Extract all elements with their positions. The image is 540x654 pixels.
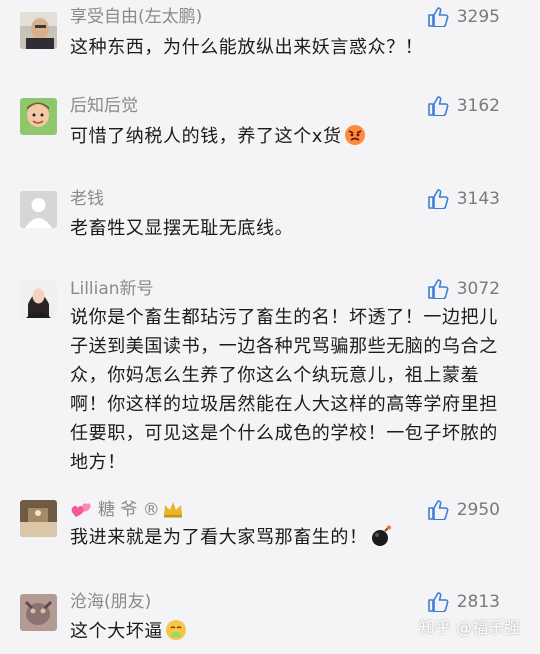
like-count: 3072 [456, 279, 500, 299]
comment-text: 说你是个畜生都玷污了畜生的名！坏透了！一边把儿子送到美国读书，一边各种咒骂骗那些… [70, 307, 498, 473]
thumbs-up-icon [427, 592, 449, 612]
like-count: 2950 [456, 500, 500, 520]
comment-text: 可惜了纳税人的钱，养了这个x货 [70, 122, 510, 151]
username-text: 糖 爷 ® [98, 500, 160, 520]
comment-text-content: 我进来就是为了看大家骂那畜生的！ [70, 527, 368, 548]
thumbs-up-icon [427, 189, 449, 209]
like-count: 2813 [456, 592, 500, 612]
like-button[interactable]: 3072 [427, 279, 500, 299]
avatar[interactable] [20, 12, 57, 49]
crown-emoji-icon [162, 500, 184, 523]
comment-text: 老畜牲又显摆无耻无底线。 [70, 218, 294, 239]
like-button[interactable]: 3143 [427, 189, 500, 209]
comment-text-content: 这个大坏逼 [70, 621, 163, 642]
comment-username[interactable]: 后知后觉 [70, 96, 138, 116]
thumbs-up-icon [427, 500, 449, 520]
thumbs-up-icon [427, 279, 449, 299]
thumbs-up-icon [427, 7, 449, 27]
comment-username[interactable]: Lillian新号 [70, 279, 154, 299]
comment-feed: 享受自由(左太鹏) 3295 这种东西，为什么能放纵出来妖言惑众？！ 后知后觉 [0, 0, 540, 654]
like-count: 3162 [456, 96, 500, 116]
thumbs-up-icon [427, 96, 449, 116]
sick-face-icon [165, 619, 187, 641]
heart-emoji-icon [70, 500, 92, 523]
avatar[interactable] [20, 594, 57, 631]
watermark: 知乎 @福乐强 [418, 618, 520, 637]
like-count: 3143 [456, 189, 500, 209]
avatar[interactable] [20, 281, 57, 318]
comment-username[interactable]: 糖 爷 ® [70, 500, 184, 523]
like-button[interactable]: 2813 [427, 592, 500, 612]
bomb-icon [370, 525, 392, 547]
comment-text: 我进来就是为了看大家骂那畜生的！ [70, 523, 510, 552]
like-count: 3295 [456, 7, 500, 27]
comment-username[interactable]: 享受自由(左太鹏) [70, 7, 202, 27]
avatar[interactable] [20, 98, 57, 135]
comment-username[interactable]: 老钱 [70, 189, 104, 209]
like-button[interactable]: 3295 [427, 7, 500, 27]
like-button[interactable]: 3162 [427, 96, 500, 116]
comment-text: 这种东西，为什么能放纵出来妖言惑众？！ [70, 37, 424, 58]
avatar[interactable] [20, 191, 57, 228]
angry-face-icon [344, 124, 366, 146]
like-button[interactable]: 2950 [427, 500, 500, 520]
avatar[interactable] [20, 500, 57, 537]
comment-text-content: 可惜了纳税人的钱，养了这个x货 [70, 126, 342, 147]
comment-username[interactable]: 沧海(朋友) [70, 592, 151, 612]
